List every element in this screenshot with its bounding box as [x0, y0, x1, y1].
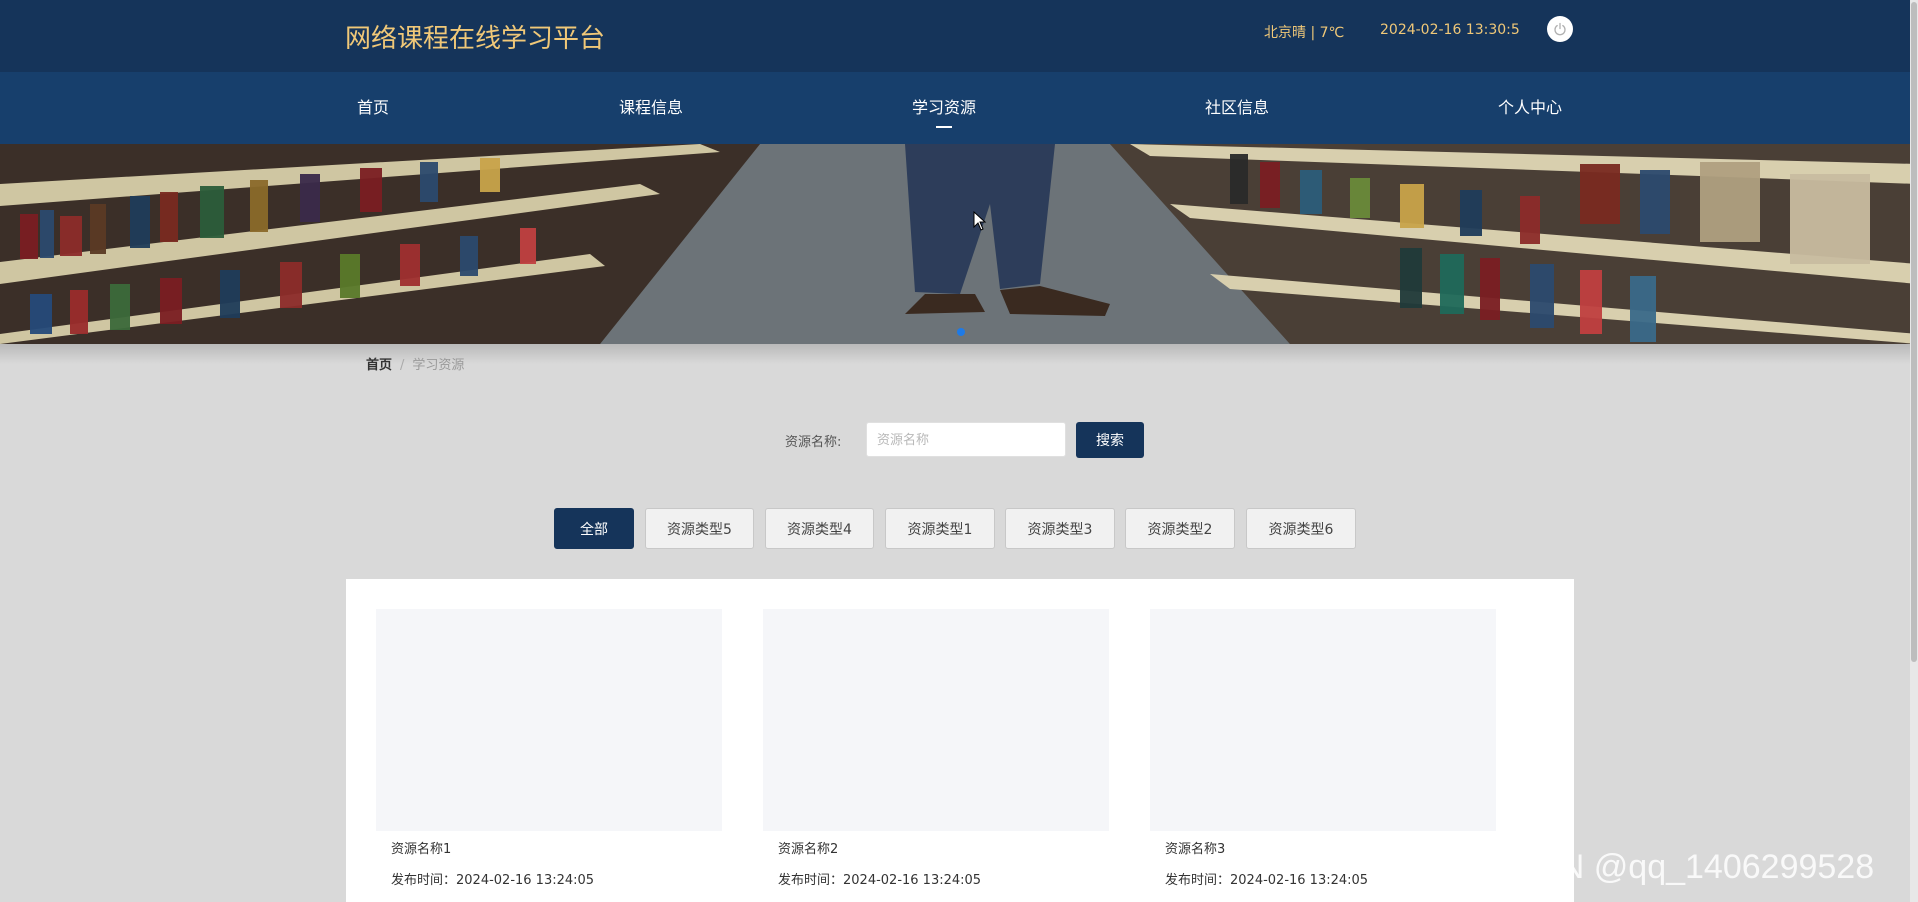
carousel-indicator[interactable]: [957, 328, 965, 336]
breadcrumb-current: 学习资源: [412, 358, 465, 373]
search-label: 资源名称:: [785, 435, 842, 450]
banner-carousel[interactable]: [0, 144, 1918, 344]
breadcrumb: 首页 / 学习资源: [366, 354, 464, 373]
resource-card[interactable]: 资源名称3 发布时间：2024-02-16 13:24:05: [1150, 609, 1496, 888]
mouse-cursor-icon: [973, 211, 987, 231]
resource-publish-time: 发布时间：2024-02-16 13:24:05: [391, 873, 595, 888]
nav-item-resources[interactable]: 学习资源: [912, 72, 976, 144]
resource-thumbnail[interactable]: [763, 609, 1109, 831]
resource-publish-time: 发布时间：2024-02-16 13:24:05: [1165, 873, 1369, 888]
weather-info: 北京晴 | 7℃: [1264, 25, 1345, 41]
nav-item-home[interactable]: 首页: [357, 72, 389, 144]
resource-list: 资源名称1 发布时间：2024-02-16 13:24:05 资源名称2 发布时…: [346, 579, 1574, 902]
resource-thumbnail[interactable]: [376, 609, 722, 831]
resource-publish-time: 发布时间：2024-02-16 13:24:05: [778, 873, 982, 888]
resource-name[interactable]: 资源名称2: [778, 838, 838, 857]
scrollbar-thumb[interactable]: [1911, 2, 1917, 662]
filter-type-3[interactable]: 资源类型3: [1005, 508, 1115, 549]
filter-type-1[interactable]: 资源类型1: [885, 508, 995, 549]
resource-card[interactable]: 资源名称1 发布时间：2024-02-16 13:24:05: [376, 609, 722, 888]
nav-item-community[interactable]: 社区信息: [1205, 72, 1269, 144]
csdn-watermark: CSDN @qq_1406299528: [1488, 848, 1875, 886]
nav-item-courses[interactable]: 课程信息: [619, 72, 683, 144]
banner-image: [0, 144, 1918, 344]
banner-shadow: [0, 344, 1918, 364]
breadcrumb-home[interactable]: 首页: [366, 358, 392, 373]
power-icon: [1554, 22, 1566, 36]
filter-type-2[interactable]: 资源类型2: [1125, 508, 1235, 549]
resource-card[interactable]: 资源名称2 发布时间：2024-02-16 13:24:05: [763, 609, 1109, 888]
filter-type-5[interactable]: 资源类型5: [645, 508, 754, 549]
main-nav: 首页 课程信息 学习资源 社区信息 个人中心: [0, 72, 1918, 144]
breadcrumb-separator: /: [400, 358, 405, 373]
current-datetime: 2024-02-16 13:30:5: [1380, 22, 1520, 38]
search-button[interactable]: 搜索: [1076, 422, 1144, 458]
filter-type-4[interactable]: 资源类型4: [765, 508, 874, 549]
resource-thumbnail[interactable]: [1150, 609, 1496, 831]
filter-all[interactable]: 全部: [554, 508, 634, 549]
logout-button[interactable]: [1547, 16, 1573, 42]
nav-item-profile[interactable]: 个人中心: [1498, 72, 1562, 144]
top-header: 网络课程在线学习平台 北京晴 | 7℃ 2024-02-16 13:30:5: [0, 0, 1918, 72]
search-input[interactable]: [866, 422, 1066, 457]
resource-name[interactable]: 资源名称3: [1165, 838, 1225, 857]
filter-type-6[interactable]: 资源类型6: [1246, 508, 1356, 549]
resource-name[interactable]: 资源名称1: [391, 838, 451, 857]
site-title: 网络课程在线学习平台: [345, 24, 606, 54]
